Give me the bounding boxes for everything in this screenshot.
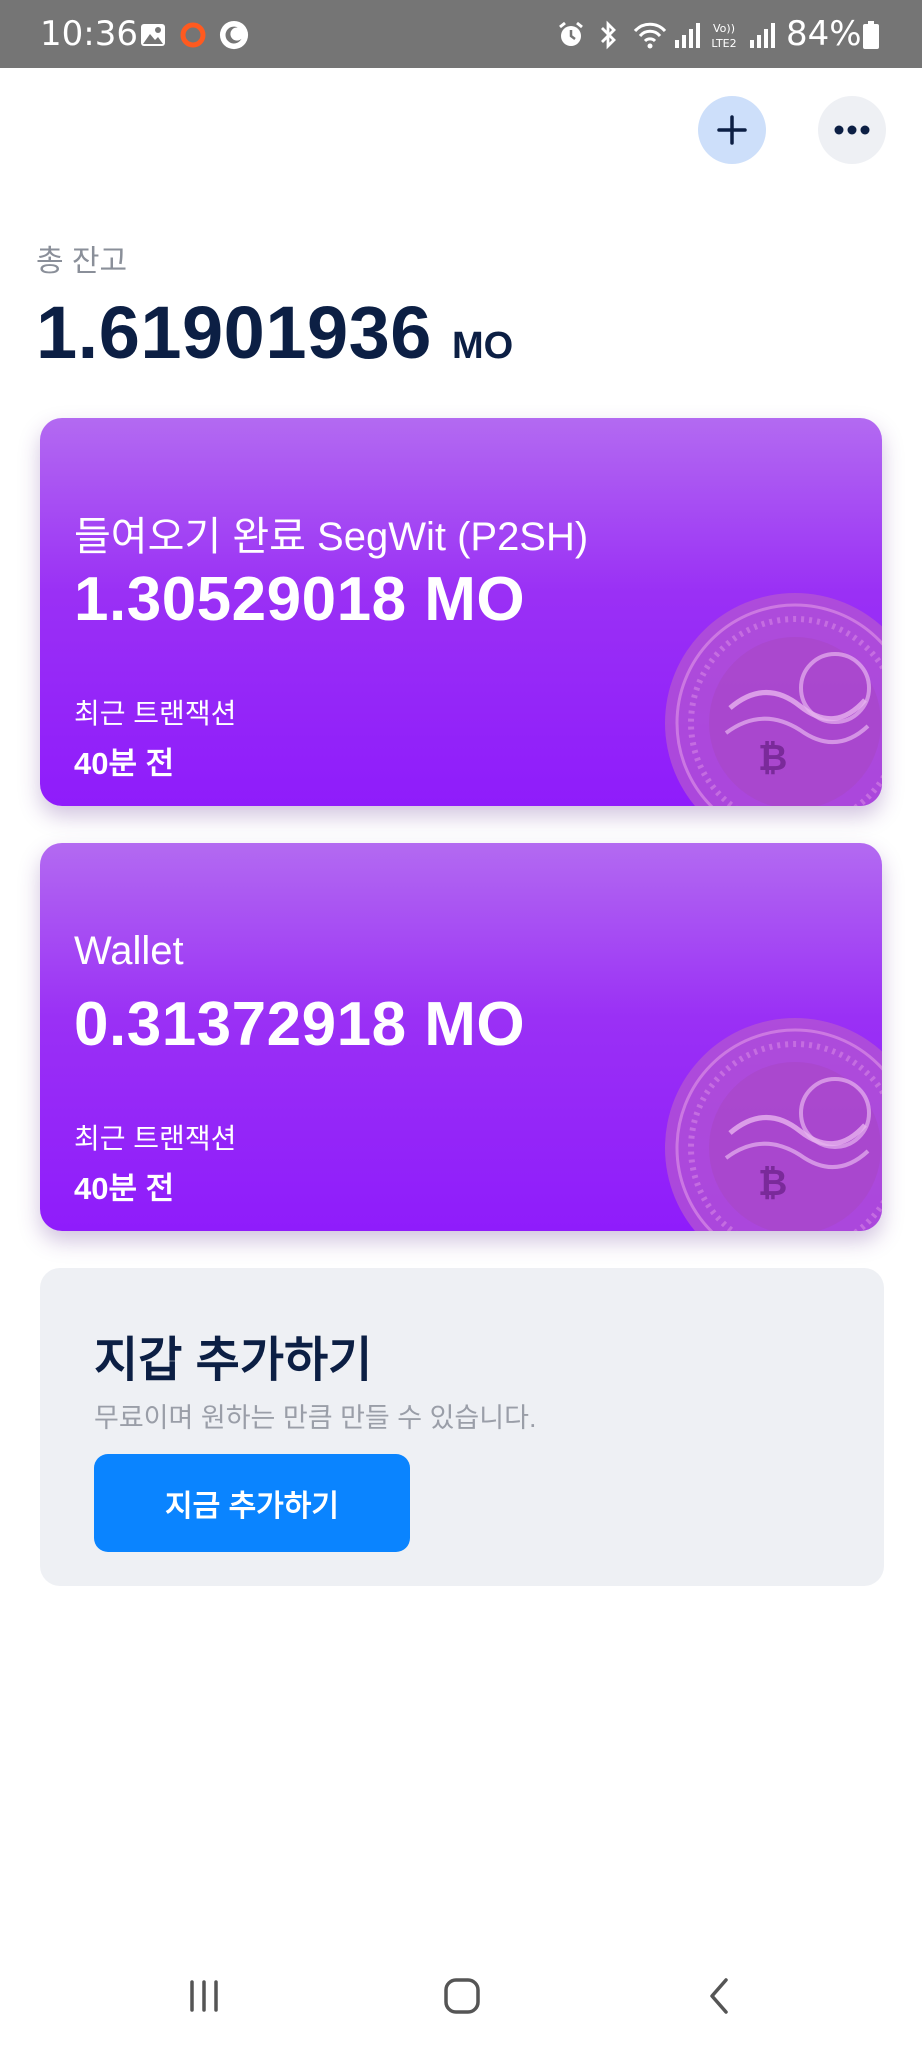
alarm-icon <box>559 21 583 46</box>
wallet-name: 들여오기 완료 SegWit (P2SH) <box>74 515 589 559</box>
total-balance: 1.61901936 MO <box>36 290 513 375</box>
coin-icon: ₿ <box>665 593 882 806</box>
add-wallet-title: 지갑 추가하기 <box>94 1334 373 1387</box>
recent-transaction-time: 40분 전 <box>74 746 175 781</box>
plus-icon <box>717 115 747 145</box>
wifi-icon <box>633 22 667 49</box>
more-options-button[interactable] <box>818 96 886 164</box>
recent-apps-button[interactable] <box>164 1968 244 2024</box>
add-wallet-panel: 지갑 추가하기 무료이며 원하는 만큼 만들 수 있습니다. 지금 추가하기 <box>40 1268 884 1586</box>
battery-percent: 84% <box>786 14 862 54</box>
home-button[interactable] <box>422 1968 502 2024</box>
status-bar: 10:36 Vo)) LTE2 84% <box>0 0 922 68</box>
signal-icon <box>675 23 700 48</box>
add-wallet-description: 무료이며 원하는 만큼 만들 수 있습니다. <box>94 1403 537 1433</box>
night-mode-icon <box>219 20 249 50</box>
recent-transaction-label: 최근 트랜잭션 <box>74 698 237 729</box>
wallet-balance: 1.30529018 MO <box>74 565 526 634</box>
battery-icon <box>863 21 879 49</box>
wallet-card-segwit[interactable]: ₿ 들여오기 완료 SegWit (P2SH) 1.30529018 MO 최근… <box>40 418 882 806</box>
wallet-name: Wallet <box>74 929 184 973</box>
wallet-balance: 0.31372918 MO <box>74 990 526 1059</box>
status-time: 10:36 <box>40 14 138 54</box>
svg-text:₿: ₿ <box>758 1163 787 1204</box>
bluetooth-icon <box>601 20 616 50</box>
gallery-icon <box>141 24 165 46</box>
svg-text:₿: ₿ <box>758 738 787 779</box>
add-now-button[interactable]: 지금 추가하기 <box>94 1454 410 1552</box>
record-icon <box>180 22 206 48</box>
svg-text:Vo)): Vo)) <box>713 22 735 35</box>
svg-text:LTE2: LTE2 <box>711 37 736 50</box>
recent-apps-icon <box>190 1980 218 2012</box>
back-button[interactable] <box>680 1968 760 2024</box>
back-icon <box>710 1978 728 2014</box>
wallet-card-wallet[interactable]: ₿ Wallet 0.31372918 MO 최근 트랜잭션 40분 전 <box>40 843 882 1231</box>
total-balance-label: 총 잔고 <box>36 245 128 278</box>
recent-transaction-label: 최근 트랜잭션 <box>74 1123 237 1154</box>
total-balance-unit: MO <box>451 325 514 367</box>
total-balance-value: 1.61901936 <box>36 291 432 374</box>
add-wallet-button[interactable] <box>698 96 766 164</box>
coin-icon: ₿ <box>665 1018 882 1231</box>
signal-icon <box>750 23 775 48</box>
volte-lte2-icon: Vo)) LTE2 <box>711 22 736 50</box>
recent-transaction-time: 40분 전 <box>74 1171 175 1206</box>
home-icon <box>444 1978 480 2014</box>
more-horizontal-icon <box>834 125 870 135</box>
